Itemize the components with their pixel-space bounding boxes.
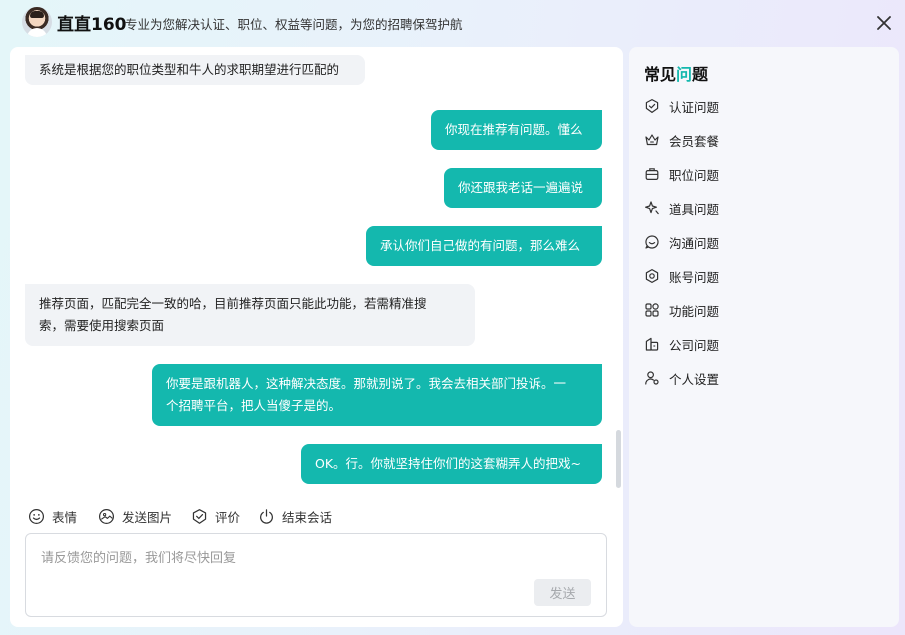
faq-item-props[interactable]: 道具问题 (644, 197, 719, 219)
faq-title-accent: 问 (676, 65, 693, 84)
faq-panel: 常见问题 认证问题 会员套餐 职位问题 道具问题 沟通问题 账号问题 功能问题 … (629, 47, 899, 627)
message-user: 承认你们自己做的有问题，那么难么 (366, 226, 602, 266)
message-line: 你还跟我老话一遍遍说 (458, 180, 584, 195)
send-button[interactable]: 发送 (534, 579, 591, 606)
brand-title: 直直160 (57, 15, 127, 35)
rate-label: 评价 (215, 509, 241, 525)
faq-item-features[interactable]: 功能问题 (644, 299, 719, 321)
faq-title-post: 题 (692, 65, 709, 84)
message-line: 你现在推荐有问题。懂么 (445, 122, 583, 137)
sparkle-icon (645, 201, 659, 215)
faq-item-personal-settings[interactable]: 个人设置 (644, 367, 719, 389)
rate-icon (192, 508, 207, 524)
faq-title: 常见问题 (644, 61, 708, 85)
message-input-box: 发送 (25, 533, 607, 617)
message-user: 你要是跟机器人，这种解决态度。那就别说了。我会去相关部门投诉。一 个招聘平台，把… (152, 364, 602, 426)
shield-check-icon (645, 99, 659, 113)
message-user: 你现在推荐有问题。懂么 (431, 110, 602, 150)
faq-item-company[interactable]: 公司问题 (644, 333, 719, 355)
avatar (22, 7, 52, 37)
faq-item-communication[interactable]: 沟通问题 (644, 231, 719, 253)
chat-panel: 系统是根据您的职位类型和牛人的求职期望进行匹配的 你现在推荐有问题。懂么 你还跟… (10, 47, 623, 627)
message-input[interactable] (26, 534, 606, 578)
emoji-label: 表情 (52, 509, 78, 525)
faq-item-label: 职位问题 (669, 167, 720, 183)
grid-icon (645, 303, 659, 317)
message-bot: 系统是根据您的职位类型和牛人的求职期望进行匹配的 (25, 55, 365, 85)
power-icon (260, 508, 273, 524)
smile-icon (28, 508, 45, 524)
faq-item-label: 道具问题 (669, 201, 720, 217)
crown-icon (645, 134, 659, 146)
rate-button[interactable]: 评价 (191, 505, 240, 527)
chat-smile-icon (645, 235, 659, 249)
close-icon (877, 16, 891, 30)
message-line: 承认你们自己做的有问题，那么难么 (380, 238, 581, 253)
image-icon (98, 508, 115, 524)
message-line: 系统是根据您的职位类型和牛人的求职期望进行匹配的 (39, 62, 340, 77)
faq-title-pre: 常见 (644, 65, 677, 84)
message-line: OK。行。你就坚持住你们的这套糊弄人的把戏~ (315, 456, 582, 471)
scrollbar-thumb[interactable] (616, 430, 621, 488)
faq-item-label: 个人设置 (669, 371, 720, 387)
faq-item-label: 公司问题 (669, 337, 720, 353)
message-line: 个招聘平台，把人当傻子是的。 (166, 398, 342, 413)
message-user: 你还跟我老话一遍遍说 (444, 168, 602, 208)
message-bot: 推荐页面，匹配完全一致的哈，目前推荐页面只能此功能，若需精准搜 索，需要使用搜索… (25, 284, 475, 346)
building-icon (645, 337, 659, 351)
faq-item-label: 账号问题 (669, 269, 720, 285)
hexagon-icon (645, 269, 659, 283)
app-header: 直直160 专业为您解决认证、职位、权益等问题，为您的招聘保驾护航 (0, 0, 905, 46)
emoji-button[interactable]: 表情 (28, 505, 77, 527)
faq-item-membership[interactable]: 会员套餐 (644, 129, 719, 151)
message-line: 你要是跟机器人，这种解决态度。那就别说了。我会去相关部门投诉。一 (166, 376, 567, 391)
faq-item-job[interactable]: 职位问题 (644, 163, 719, 185)
message-line: 推荐页面，匹配完全一致的哈，目前推荐页面只能此功能，若需精准搜 (39, 296, 427, 311)
user-gear-icon (645, 371, 659, 385)
message-list[interactable]: 系统是根据您的职位类型和牛人的求职期望进行匹配的 你现在推荐有问题。懂么 你还跟… (10, 47, 623, 488)
header-slogan: 专业为您解决认证、职位、权益等问题，为您的招聘保驾护航 (125, 17, 463, 32)
message-user: OK。行。你就坚持住你们的这套糊弄人的把戏~ (301, 444, 602, 484)
close-button[interactable] (873, 12, 895, 34)
end-session-label: 结束会话 (282, 509, 333, 525)
end-session-button[interactable]: 结束会话 (258, 505, 332, 527)
briefcase-icon (645, 168, 659, 181)
send-image-button[interactable]: 发送图片 (98, 505, 172, 527)
message-line: 索，需要使用搜索页面 (39, 318, 165, 333)
faq-item-verification[interactable]: 认证问题 (644, 95, 719, 117)
faq-item-label: 沟通问题 (669, 235, 720, 251)
faq-item-label: 认证问题 (669, 99, 720, 115)
faq-item-label: 功能问题 (669, 303, 720, 319)
faq-item-label: 会员套餐 (669, 133, 720, 149)
faq-item-account[interactable]: 账号问题 (644, 265, 719, 287)
send-image-label: 发送图片 (122, 509, 173, 525)
